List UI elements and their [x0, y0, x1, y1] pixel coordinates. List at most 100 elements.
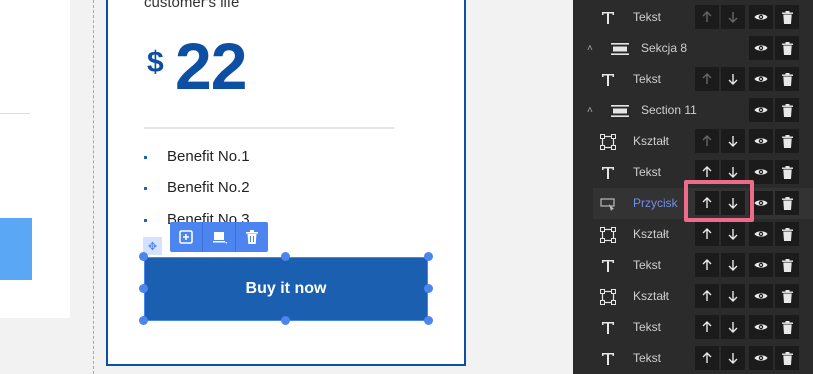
editor-canvas[interactable]: customer's life $ 22 Benefit No.1 Benefi… — [0, 0, 573, 374]
visibility-eye-icon[interactable] — [749, 5, 773, 29]
delete-layer-icon[interactable] — [775, 222, 799, 246]
delete-layer-icon[interactable] — [775, 191, 799, 215]
layer-label: Kształt — [633, 134, 670, 148]
background-divider — [0, 113, 30, 114]
visibility-eye-icon[interactable] — [749, 98, 773, 122]
price-value[interactable]: 22 — [175, 28, 247, 104]
resize-handle[interactable] — [139, 284, 148, 293]
move-down-icon[interactable] — [721, 284, 745, 308]
layer-label: Tekst — [633, 351, 662, 365]
layer-label: Przycisk — [633, 196, 678, 210]
resize-handle[interactable] — [424, 284, 433, 293]
section-layer-icon — [611, 33, 629, 64]
text-layer-icon — [599, 157, 617, 188]
text-layer-icon — [599, 312, 617, 343]
delete-layer-icon[interactable] — [775, 253, 799, 277]
layer-row[interactable]: Kształt — [573, 219, 813, 250]
move-up-icon[interactable] — [695, 67, 719, 91]
layer-row[interactable]: ˄ Sekcja 8 — [573, 33, 813, 64]
delete-layer-icon[interactable] — [775, 346, 799, 370]
move-up-icon[interactable] — [695, 315, 719, 339]
move-up-icon[interactable] — [695, 222, 719, 246]
benefit-label: Benefit No.1 — [167, 148, 250, 165]
layer-label: Tekst — [633, 72, 662, 86]
resize-handle[interactable] — [281, 252, 290, 261]
move-down-icon[interactable] — [721, 222, 745, 246]
layer-row[interactable]: ˄ Section 11 — [573, 95, 813, 126]
layer-label: Tekst — [633, 10, 662, 24]
visibility-eye-icon[interactable] — [749, 222, 773, 246]
bullet-icon — [144, 186, 147, 190]
layer-label: Sekcja 8 — [641, 41, 688, 55]
move-down-icon[interactable] — [721, 129, 745, 153]
card-top-text[interactable]: customer's life — [144, 0, 239, 11]
delete-layer-icon[interactable] — [775, 5, 799, 29]
layer-label: Tekst — [633, 320, 662, 334]
highlight-box — [684, 180, 754, 222]
shape-layer-icon — [599, 219, 617, 250]
bullet-icon — [144, 218, 147, 222]
move-down-icon[interactable] — [721, 315, 745, 339]
duplicate-icon[interactable] — [170, 222, 202, 252]
delete-layer-icon[interactable] — [775, 67, 799, 91]
layer-row[interactable]: Tekst — [573, 64, 813, 95]
layer-label: Kształt — [633, 227, 670, 241]
layer-row[interactable]: Kształt — [573, 281, 813, 312]
collapse-icon[interactable]: ˄ — [587, 95, 593, 126]
layer-label: Tekst — [633, 258, 662, 272]
benefit-label: Benefit No.2 — [167, 179, 250, 196]
buy-now-button[interactable]: Buy it now — [144, 257, 428, 321]
visibility-eye-icon[interactable] — [749, 253, 773, 277]
benefit-item[interactable]: Benefit No.1 — [144, 148, 250, 165]
layer-row[interactable]: Tekst — [573, 250, 813, 281]
benefit-item[interactable]: Benefit No.2 — [144, 179, 250, 196]
move-up-icon[interactable] — [695, 253, 719, 277]
layer-label: Tekst — [633, 165, 662, 179]
visibility-eye-icon[interactable] — [749, 67, 773, 91]
move-up-icon[interactable] — [695, 5, 719, 29]
delete-layer-icon[interactable] — [775, 284, 799, 308]
bullet-icon — [144, 155, 147, 159]
delete-layer-icon[interactable] — [775, 98, 799, 122]
resize-handle[interactable] — [139, 316, 148, 325]
move-down-icon[interactable] — [721, 346, 745, 370]
text-layer-icon — [599, 250, 617, 281]
card-divider — [144, 127, 394, 129]
move-down-icon[interactable] — [721, 67, 745, 91]
visibility-eye-icon[interactable] — [749, 315, 773, 339]
shape-layer-icon — [599, 281, 617, 312]
trash-icon[interactable] — [236, 222, 268, 252]
move-down-icon[interactable] — [721, 5, 745, 29]
visibility-eye-icon[interactable] — [749, 284, 773, 308]
visibility-eye-icon[interactable] — [749, 129, 773, 153]
currency-symbol[interactable]: $ — [147, 46, 164, 80]
visibility-eye-icon[interactable] — [749, 36, 773, 60]
visibility-eye-icon[interactable] — [749, 346, 773, 370]
button-layer-icon — [599, 188, 617, 219]
resize-handle[interactable] — [281, 316, 290, 325]
resize-handle[interactable] — [424, 252, 433, 261]
layers-icon[interactable] — [203, 222, 235, 252]
delete-layer-icon[interactable] — [775, 129, 799, 153]
move-up-icon[interactable] — [695, 284, 719, 308]
move-up-icon[interactable] — [695, 129, 719, 153]
layer-label: Kształt — [633, 289, 670, 303]
collapse-icon[interactable]: ˄ — [587, 33, 593, 64]
delete-layer-icon[interactable] — [775, 160, 799, 184]
delete-layer-icon[interactable] — [775, 315, 799, 339]
background-blue-block — [0, 218, 32, 280]
move-down-icon[interactable] — [721, 253, 745, 277]
delete-layer-icon[interactable] — [775, 36, 799, 60]
section-layer-icon — [611, 95, 629, 126]
shape-layer-icon — [599, 126, 617, 157]
text-layer-icon — [599, 64, 617, 95]
layer-row[interactable]: Tekst — [573, 343, 813, 374]
element-toolbar — [170, 222, 268, 252]
resize-handle[interactable] — [424, 316, 433, 325]
layer-row[interactable]: Kształt — [573, 126, 813, 157]
resize-handle[interactable] — [139, 252, 148, 261]
text-layer-icon — [599, 343, 617, 374]
layer-row[interactable]: Tekst — [573, 312, 813, 343]
move-up-icon[interactable] — [695, 346, 719, 370]
layer-row[interactable]: Tekst — [573, 2, 813, 33]
